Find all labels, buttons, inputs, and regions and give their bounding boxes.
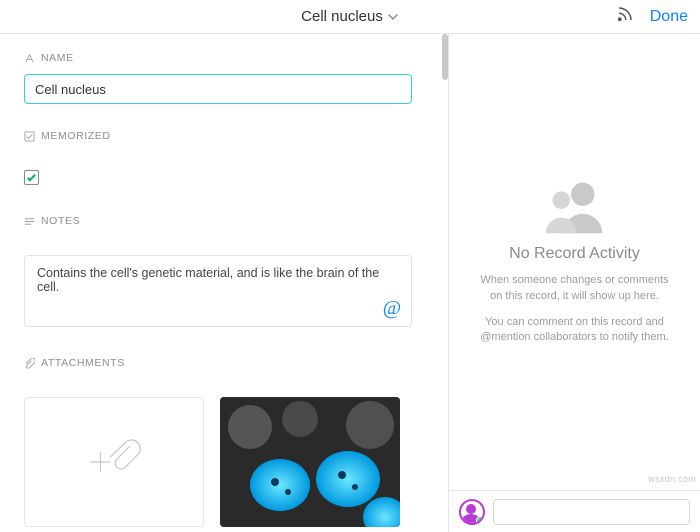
field-label-attachments: ATTACHMENTS: [24, 357, 428, 369]
comment-input[interactable]: [493, 499, 690, 525]
check-icon: [26, 172, 37, 183]
name-label-text: NAME: [41, 52, 74, 64]
memorized-checkbox[interactable]: [24, 170, 39, 185]
record-title-dropdown[interactable]: Cell nucleus: [301, 8, 399, 25]
record-form: NAME MEMORIZED NOTES Contains the cell's…: [0, 34, 448, 532]
activity-title: No Record Activity: [509, 245, 640, 263]
attachments-label-text: ATTACHMENTS: [41, 357, 125, 369]
add-attachment-button[interactable]: [24, 397, 204, 527]
people-icon: [536, 178, 614, 239]
activity-body-2: You can comment on this record and @ment…: [475, 315, 674, 347]
watermark: wsxdn.com: [648, 474, 696, 484]
activity-body-1: When someone changes or comments on this…: [475, 273, 674, 305]
field-label-name: NAME: [24, 52, 428, 64]
text-field-icon: [24, 53, 35, 64]
avatar[interactable]: [459, 499, 485, 525]
cell-image-icon: [220, 397, 400, 527]
feed-icon[interactable]: [616, 5, 634, 28]
chevron-down-icon: [387, 11, 399, 23]
comment-bar: [449, 490, 700, 532]
checkbox-field-icon: [24, 131, 35, 142]
field-label-memorized: MEMORIZED: [24, 130, 428, 142]
mention-button[interactable]: @: [383, 297, 401, 320]
memorized-label-text: MEMORIZED: [41, 130, 111, 142]
field-label-notes: NOTES: [24, 215, 428, 227]
activity-panel: No Record Activity When someone changes …: [449, 34, 700, 532]
name-input[interactable]: [24, 74, 412, 104]
notes-field-icon: [24, 216, 35, 227]
header-bar: Cell nucleus Done: [0, 0, 700, 34]
attachment-thumbnail[interactable]: [220, 397, 400, 527]
notes-label-text: NOTES: [41, 215, 80, 227]
attachment-field-icon: [24, 358, 35, 369]
add-attachment-icon: [85, 433, 143, 491]
scrollbar[interactable]: [442, 34, 448, 80]
record-title: Cell nucleus: [301, 8, 383, 25]
notes-value: Contains the cell's genetic material, an…: [37, 266, 379, 294]
notes-textarea[interactable]: Contains the cell's genetic material, an…: [24, 255, 412, 327]
done-button[interactable]: Done: [650, 8, 688, 26]
